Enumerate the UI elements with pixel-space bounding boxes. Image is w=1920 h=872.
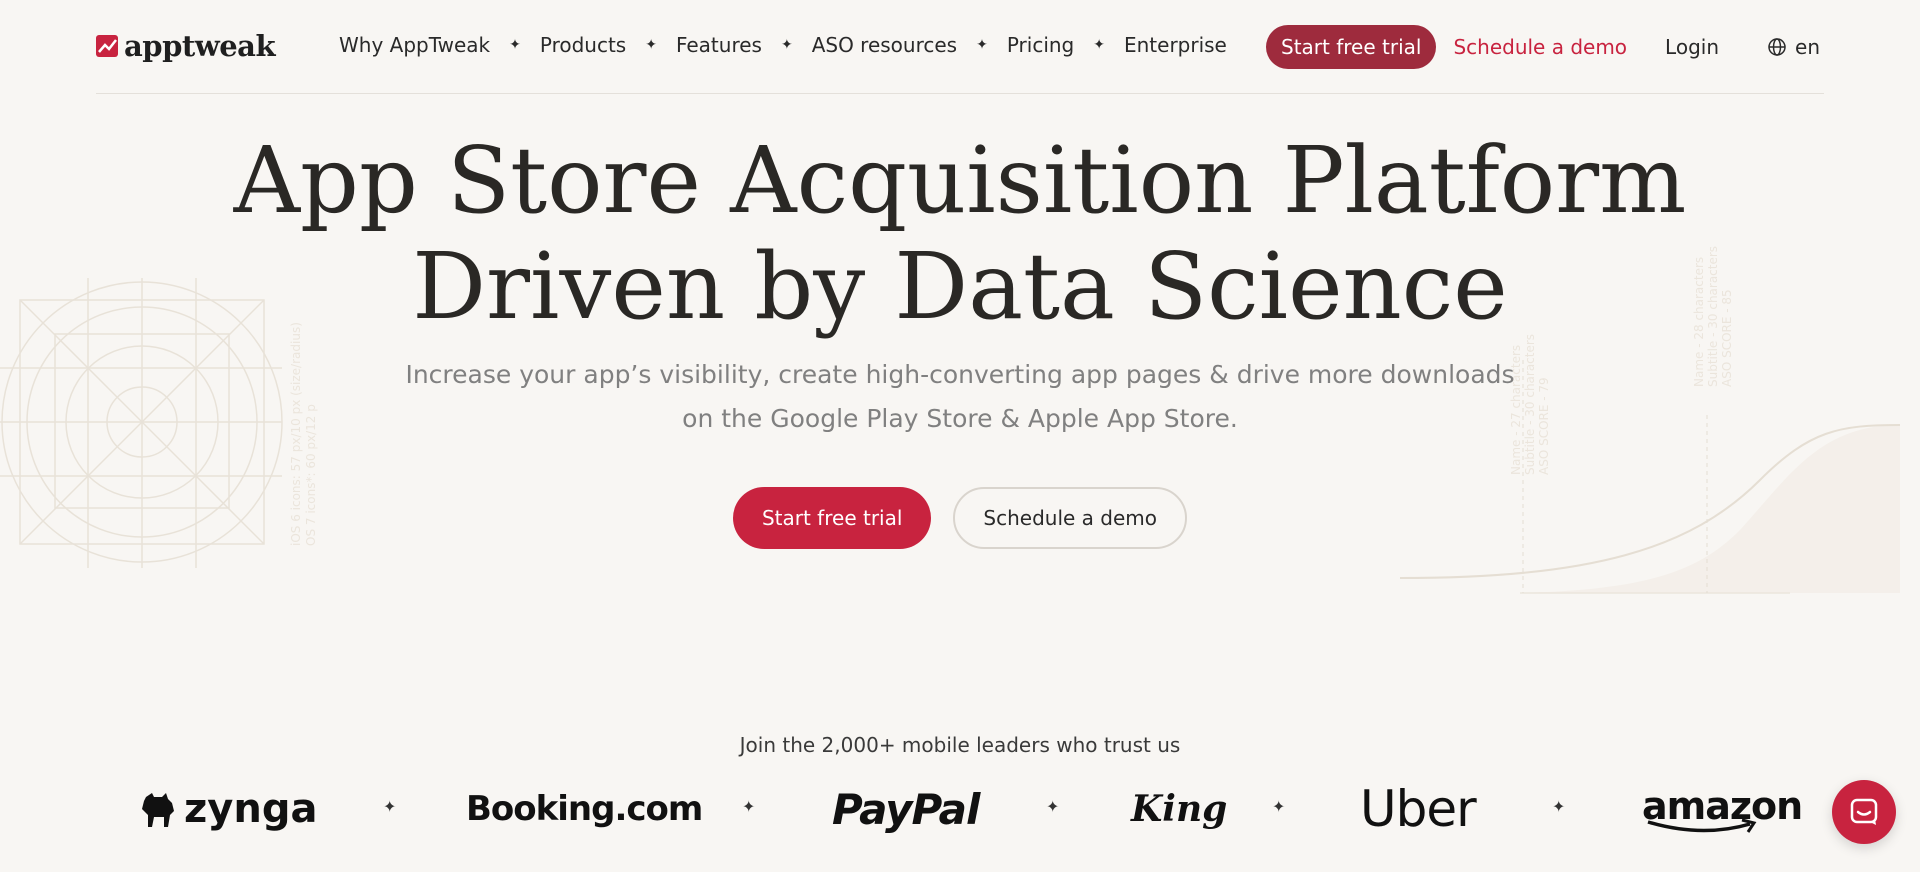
trust-heading: Join the 2,000+ mobile leaders who trust… [739, 733, 1181, 757]
menu-features[interactable]: Features [676, 33, 762, 57]
king-logo: King [1131, 788, 1228, 830]
menu-pricing[interactable]: Pricing [1007, 33, 1074, 57]
booking-logo: Booking.com [466, 789, 703, 829]
amazon-smile-icon [1647, 818, 1757, 833]
chat-icon [1850, 798, 1878, 825]
menu-products[interactable]: Products [540, 33, 626, 57]
customer-logos: zynga ✦ Booking.com ✦ PayPal ✦ King ✦ Ub… [0, 774, 1920, 844]
hero-title: App Store Acquisition Platform Driven by… [0, 128, 1920, 340]
login-link[interactable]: Login [1665, 35, 1719, 59]
main-menu: Why AppTweak ✦ Products ✦ Features ✦ ASO… [339, 33, 1227, 57]
chat-launcher-button[interactable] [1832, 780, 1896, 844]
menu-separator-icon: ✦ [1093, 37, 1105, 53]
globe-icon [1768, 38, 1786, 56]
hero-subtitle: Increase your app’s visibility, create h… [0, 353, 1920, 441]
hero-subtitle-line: on the Google Play Store & Apple App Sto… [682, 404, 1238, 433]
hero-title-line: Driven by Data Science [412, 233, 1508, 340]
language-code: en [1795, 35, 1820, 59]
menu-separator-icon: ✦ [976, 37, 988, 53]
start-free-trial-button[interactable]: Start free trial [732, 487, 932, 549]
menu-aso-resources[interactable]: ASO resources [812, 33, 957, 57]
logo-mark-icon [96, 35, 118, 57]
uber-logo: Uber [1360, 780, 1477, 838]
logo-separator-icon: ✦ [383, 797, 397, 816]
logo-separator-icon: ✦ [1272, 797, 1286, 816]
apptweak-logo[interactable]: apptweak [96, 28, 276, 64]
logo-separator-icon: ✦ [742, 797, 756, 816]
language-selector[interactable]: en [1767, 35, 1820, 59]
top-navigation: apptweak Why AppTweak ✦ Products ✦ Featu… [96, 0, 1824, 94]
paypal-logo: PayPal [832, 784, 980, 834]
nav-actions: Start free trial Schedule a demo Login e… [1266, 25, 1824, 69]
menu-separator-icon: ✦ [509, 37, 521, 53]
schedule-demo-button[interactable]: Schedule a demo [953, 487, 1188, 549]
menu-enterprise[interactable]: Enterprise [1124, 33, 1227, 57]
menu-separator-icon: ✦ [645, 37, 657, 53]
logo-separator-icon: ✦ [1552, 797, 1566, 816]
hero-subtitle-line: Increase your app’s visibility, create h… [405, 360, 1515, 389]
menu-why-apptweak[interactable]: Why AppTweak [339, 33, 490, 57]
zynga-wordmark: zynga [184, 786, 318, 832]
amazon-logo: amazon [1642, 774, 1803, 844]
zynga-logo: zynga [140, 774, 317, 844]
nav-schedule-demo-link[interactable]: Schedule a demo [1453, 35, 1627, 59]
logo-separator-icon: ✦ [1046, 797, 1060, 816]
logo-text: apptweak [124, 29, 276, 63]
hero-title-line: App Store Acquisition Platform [233, 127, 1687, 234]
zynga-dog-icon [142, 793, 174, 827]
menu-separator-icon: ✦ [780, 37, 793, 53]
nav-start-trial-button[interactable]: Start free trial [1266, 25, 1437, 69]
hero-cta-row: Start free trial Schedule a demo [0, 487, 1920, 549]
